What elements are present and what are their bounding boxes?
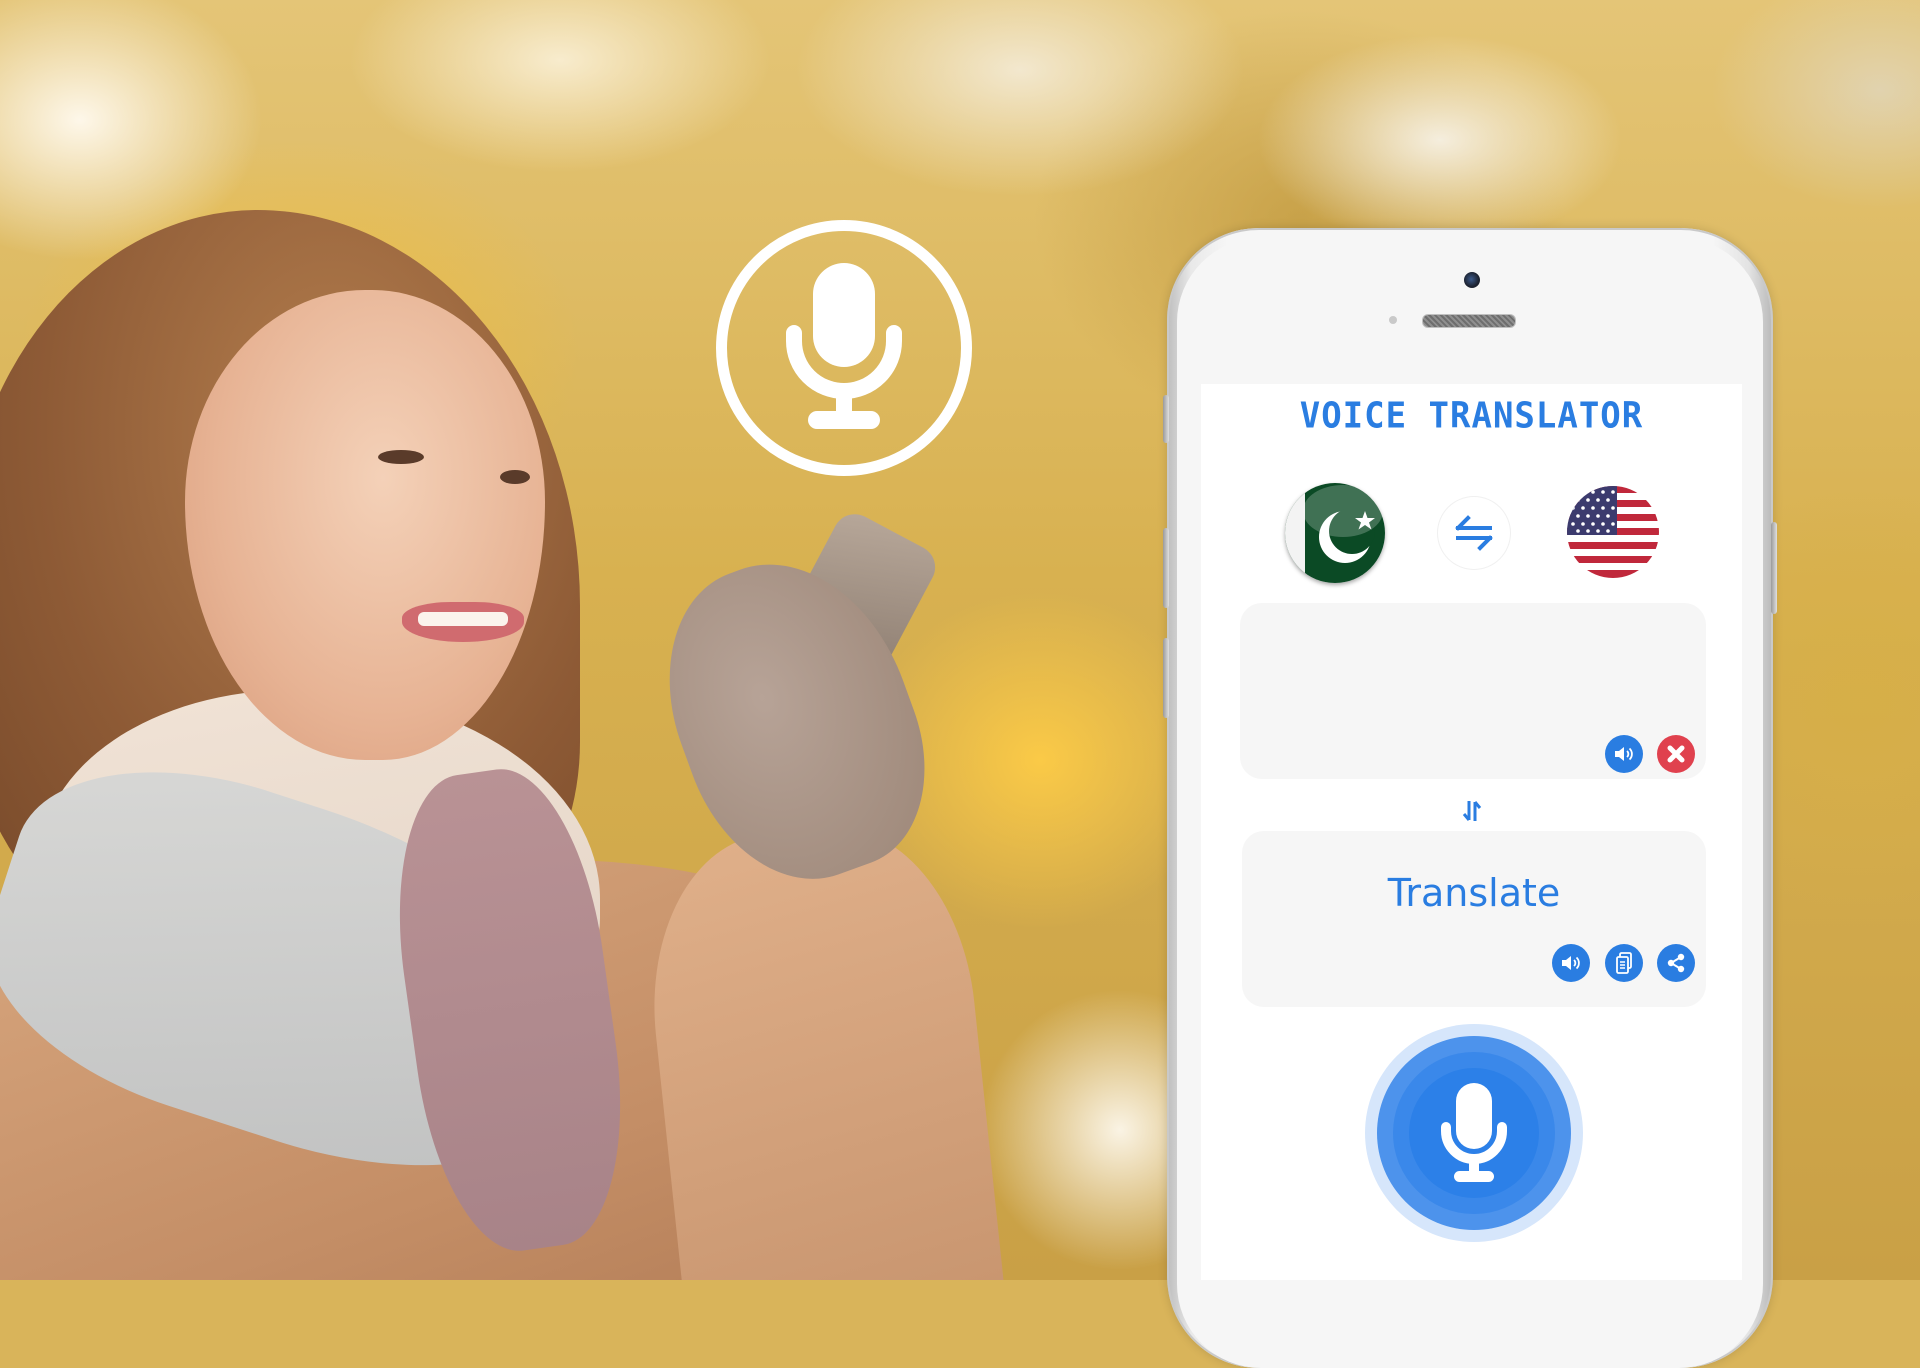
swap-languages-button[interactable] (1438, 497, 1510, 569)
person-eye (500, 470, 530, 484)
proximity-sensor (1389, 316, 1397, 324)
pakistan-flag-icon (1285, 483, 1385, 583)
us-flag-icon (1567, 486, 1659, 578)
front-camera (1464, 272, 1480, 288)
phone-mute-switch (1163, 395, 1169, 443)
phone-power-button (1771, 522, 1777, 614)
copy-icon (1616, 952, 1632, 974)
microphone-icon (1441, 1083, 1507, 1182)
person-teeth (418, 612, 508, 626)
phone-volume-up (1163, 528, 1169, 608)
translation-output: Translate (1242, 831, 1706, 1007)
person-sleeve (636, 814, 1004, 1280)
speak-translation-button[interactable] (1552, 944, 1590, 982)
app-screen: VOICE TRANSLATOR Translate (1201, 384, 1742, 1280)
speaker-icon (1562, 956, 1580, 970)
app-title: VOICE TRANSLATOR (1299, 395, 1644, 437)
source-text-input[interactable] (1240, 603, 1706, 779)
person-eye (378, 450, 424, 464)
share-icon (1667, 953, 1685, 973)
speak-source-button[interactable] (1605, 735, 1643, 773)
floating-mic-badge (716, 220, 972, 476)
speaker-icon (1615, 747, 1633, 761)
source-language-flag[interactable] (1285, 483, 1385, 583)
clear-source-button[interactable] (1657, 735, 1695, 773)
swap-vertical-icon (1462, 801, 1482, 821)
copy-translation-button[interactable] (1605, 944, 1643, 982)
swap-arrows-icon (1455, 515, 1493, 551)
phone-volume-down (1163, 638, 1169, 718)
earpiece-speaker (1422, 314, 1516, 328)
translation-placeholder: Translate (1387, 871, 1561, 915)
microphone-icon (786, 263, 902, 429)
close-icon (1667, 745, 1685, 763)
translate-direction-indicator (1460, 798, 1484, 828)
voice-input-button[interactable] (1365, 1024, 1583, 1242)
share-translation-button[interactable] (1657, 944, 1695, 982)
target-language-flag[interactable] (1567, 486, 1659, 578)
